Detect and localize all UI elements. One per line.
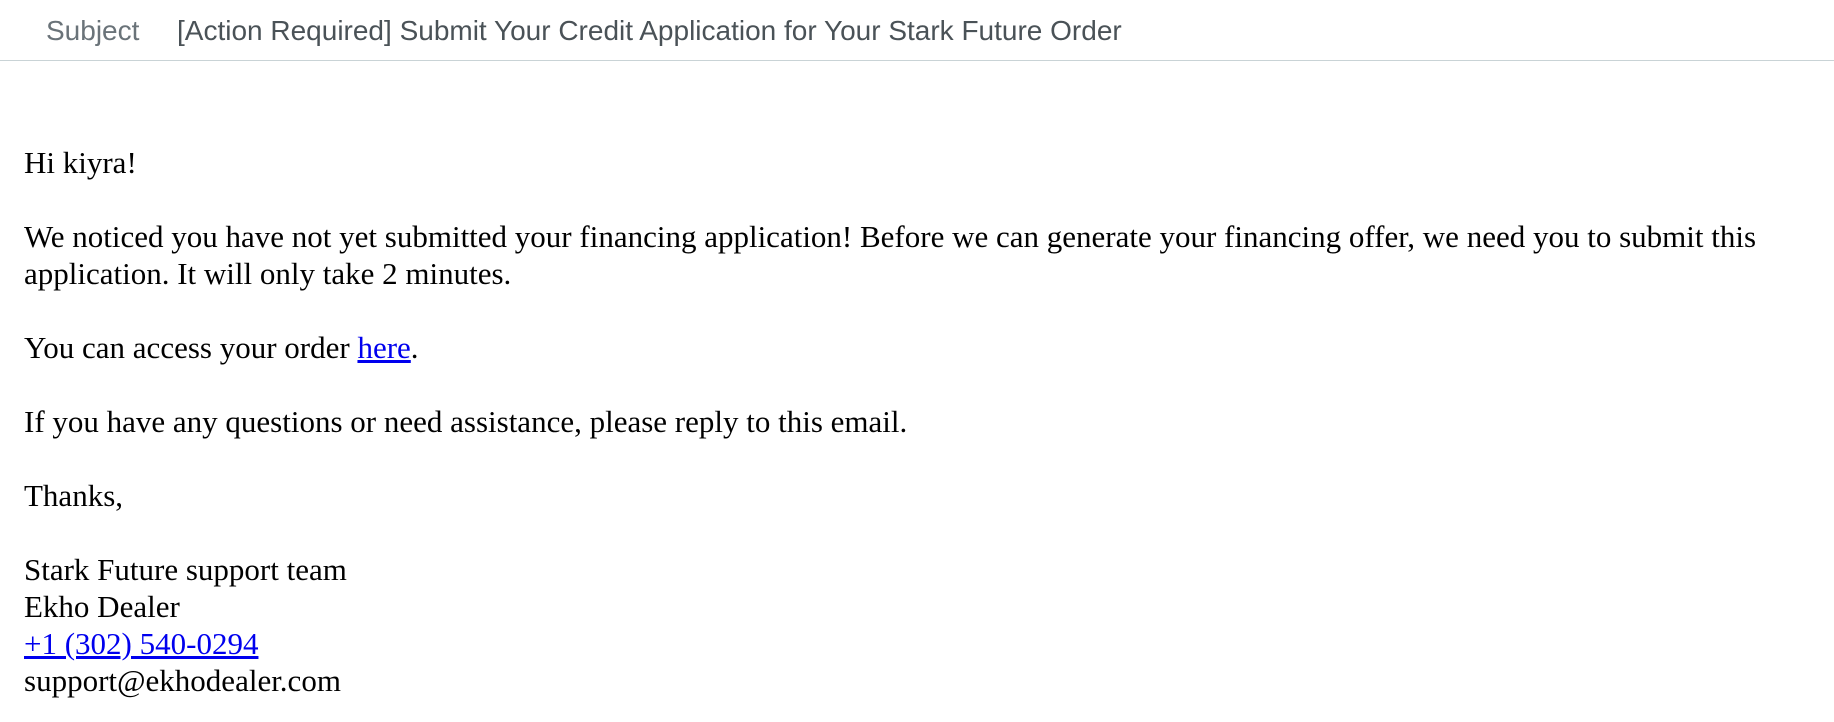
signature-email: support@ekhodealer.com — [24, 663, 341, 698]
order-line-prefix: You can access your order — [24, 330, 358, 365]
email-paragraph-financing: We noticed you have not yet submitted yo… — [24, 219, 1757, 291]
order-line-suffix: . — [410, 330, 419, 365]
subject-text: [Action Required] Submit Your Credit App… — [177, 15, 1122, 46]
email-order-line: You can access your order here. — [24, 329, 1824, 366]
subject-bar: Subject [Action Required] Submit Your Cr… — [0, 0, 1834, 61]
email-greeting: Hi kiyra! — [24, 145, 137, 180]
email-thanks: Thanks, — [24, 478, 124, 513]
email-body: Hi kiyra! We noticed you have not yet su… — [24, 144, 1824, 699]
order-link[interactable]: here — [357, 330, 410, 365]
signature-dealer: Ekho Dealer — [24, 589, 180, 624]
subject-label: Subject — [46, 15, 140, 46]
signature-phone-link[interactable]: +1 (302) 540-0294 — [24, 626, 258, 661]
signature-phone-row: +1 (302) 540-0294 — [24, 625, 1824, 662]
signature-team: Stark Future support team — [24, 552, 347, 587]
email-help-line: If you have any questions or need assist… — [24, 404, 908, 439]
